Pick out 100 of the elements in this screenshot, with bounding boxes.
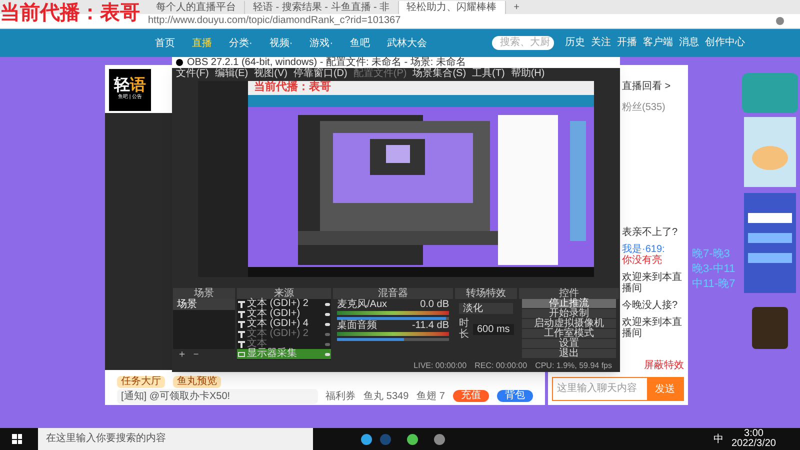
transition-select[interactable]: 淡化 <box>459 303 513 314</box>
menu-item[interactable]: 编辑(E) <box>214 69 248 79</box>
source-item[interactable]: 文本 <box>237 339 331 349</box>
clock-time: 3:00 <box>744 429 764 439</box>
nav-link[interactable]: 视频· <box>269 36 293 50</box>
status-text: LIVE: 00:00:00 <box>414 362 467 370</box>
wallet-item: 鱼丸 5349 <box>364 390 409 404</box>
source-item[interactable]: 文本 (GDI+) 2 <box>237 329 331 339</box>
browser-app-icon[interactable] <box>361 434 372 444</box>
nav-action[interactable]: 历史 <box>565 38 586 48</box>
nav-link[interactable]: 直播 <box>192 36 212 50</box>
schedule-text: 晚7-晚3 <box>692 247 730 262</box>
task-badge[interactable]: 任务大厅 <box>117 376 165 388</box>
chat-tab[interactable]: 粉丝(535) <box>622 100 684 115</box>
chat-message: 欢迎来到本直播间 <box>622 317 683 339</box>
nav-action[interactable]: 客户端 <box>643 38 674 48</box>
schedule-text: 晚3-中11 <box>692 262 736 277</box>
nav-link[interactable]: 首页 <box>155 36 175 50</box>
control-button[interactable]: 停止推流 <box>522 299 616 308</box>
menu-item[interactable]: 帮助(H) <box>510 69 545 79</box>
control-button[interactable]: 设置 <box>522 339 616 348</box>
nav-action[interactable]: 关注 <box>591 38 612 48</box>
source-label: 文本 (GDI+) 2 <box>247 329 310 339</box>
nav-action[interactable]: 消息 <box>679 38 700 48</box>
status-text: REC: 00:00:00 <box>474 362 528 370</box>
obs-logo-icon <box>176 59 183 66</box>
source-label: 显示器采集 <box>247 349 298 359</box>
volume-slider[interactable] <box>337 317 449 320</box>
control-button[interactable]: 工作室模式 <box>522 329 616 338</box>
backpack-button[interactable]: 背包 <box>497 390 533 402</box>
preview-caption: 当前代播：表哥 <box>254 82 331 93</box>
status-text: CPU: 1.9%, 59.94 fps <box>535 362 612 370</box>
channel-name: 麦克风/Aux <box>337 300 388 310</box>
dock-title: 控件 <box>519 288 619 299</box>
menu-item[interactable]: 视图(V) <box>254 69 288 79</box>
menu-item[interactable]: 场景集合(S) <box>412 69 466 79</box>
replay-link[interactable]: 直播回看 > <box>622 79 684 94</box>
ime-indicator[interactable]: 中 <box>714 432 724 446</box>
control-button[interactable]: 启动虚拟摄像机 <box>522 319 616 328</box>
source-item[interactable]: 文本 (GDI+) <box>237 309 331 319</box>
nav-link[interactable]: 游戏· <box>310 36 334 50</box>
nav-action[interactable]: 创作中心 <box>705 38 746 48</box>
taskbar-search-field[interactable]: 在这里输入你要搜索的内容 <box>38 428 313 450</box>
scene-toolbar-button[interactable]: ＋ <box>177 349 187 360</box>
channel-reading: -11.4 dB <box>412 321 449 331</box>
source-item[interactable]: 显示器采集 <box>237 349 331 359</box>
duration-label: 时长 <box>459 318 469 340</box>
task-badge[interactable]: 鱼丸预览 <box>173 376 221 388</box>
channel-name: 桌面音频 <box>337 321 377 331</box>
chat-app-icon[interactable] <box>407 434 418 444</box>
nav-link[interactable]: 分类· <box>229 36 252 50</box>
block-effects-toggle[interactable]: 屏蔽特效 <box>640 358 688 373</box>
chat-message: 欢迎来到本直播间 <box>622 272 683 294</box>
source-item[interactable]: 文本 (GDI+) 2 <box>237 299 331 309</box>
dock-title: 混音器 <box>333 288 453 299</box>
chat-message: 今晚没人接? <box>622 300 679 311</box>
wallet-item: 鱼翅 7 <box>416 390 445 404</box>
windows-start-icon[interactable] <box>12 434 22 444</box>
source-item[interactable]: 文本 (GDI+) 4 <box>237 319 331 329</box>
window-title: OBS 27.2.1 (64-bit, windows) - 配置文件: 未命名 - 场景: 未命名 <box>187 58 466 68</box>
source-label: 文本 (GDI+) <box>247 309 302 319</box>
dock-title: 来源 <box>237 288 331 299</box>
chat-message: 你没有亮 <box>622 255 663 266</box>
source-label: 文本 <box>247 339 267 349</box>
new-tab-button[interactable]: + <box>506 1 528 14</box>
wallet-item: 福利券 <box>326 390 356 404</box>
steam-app-icon[interactable] <box>380 434 391 444</box>
nav-link[interactable]: 鱼吧 <box>350 36 370 50</box>
obs-app-icon[interactable] <box>434 434 445 444</box>
browser-tab[interactable]: 轻松助力、闪耀棒棒 <box>398 1 506 14</box>
menu-item[interactable]: 文件(F) <box>176 69 209 79</box>
scene-item[interactable]: 场景 <box>173 299 235 310</box>
duration-field[interactable]: 600 ms <box>473 324 514 334</box>
control-button[interactable]: 退出 <box>522 349 616 358</box>
eye-icon[interactable] <box>325 312 330 316</box>
recharge-button[interactable]: 充值 <box>453 390 489 402</box>
eye-icon[interactable] <box>325 322 330 326</box>
scene-toolbar-button[interactable]: － <box>191 349 201 360</box>
nav-link[interactable]: 武林大会 <box>387 36 428 50</box>
menu-item[interactable]: 停靠窗口(D) <box>293 69 348 79</box>
profile-icon[interactable] <box>776 17 784 25</box>
volume-slider[interactable] <box>337 338 449 341</box>
nav-action[interactable]: 开播 <box>617 38 638 48</box>
dock-title: 场景 <box>173 288 235 299</box>
eye-icon[interactable] <box>325 302 330 306</box>
logo-char: 语 <box>130 78 146 94</box>
schedule-text: 中11-晚7 <box>692 277 736 292</box>
chat-message: 表亲不上了? <box>622 227 679 238</box>
chat-user[interactable]: 我是·619: <box>622 244 684 255</box>
channel-reading: 0.0 dB <box>420 300 449 310</box>
source-label: 文本 (GDI+) 4 <box>247 319 310 329</box>
clock-date: 2022/3/20 <box>732 439 776 449</box>
overlay-caption: 当前代播：表哥 <box>0 2 140 24</box>
monitor-icon <box>238 352 245 356</box>
control-button[interactable]: 开始录制 <box>522 309 616 318</box>
menu-item[interactable]: 工具(T) <box>472 69 505 79</box>
notice-text: [通知] @可领取办卡X50! <box>117 388 318 404</box>
source-label: 文本 (GDI+) 2 <box>247 299 310 309</box>
logo-char: 轻 <box>114 78 130 94</box>
dock-title: 转场特效 <box>455 288 517 299</box>
